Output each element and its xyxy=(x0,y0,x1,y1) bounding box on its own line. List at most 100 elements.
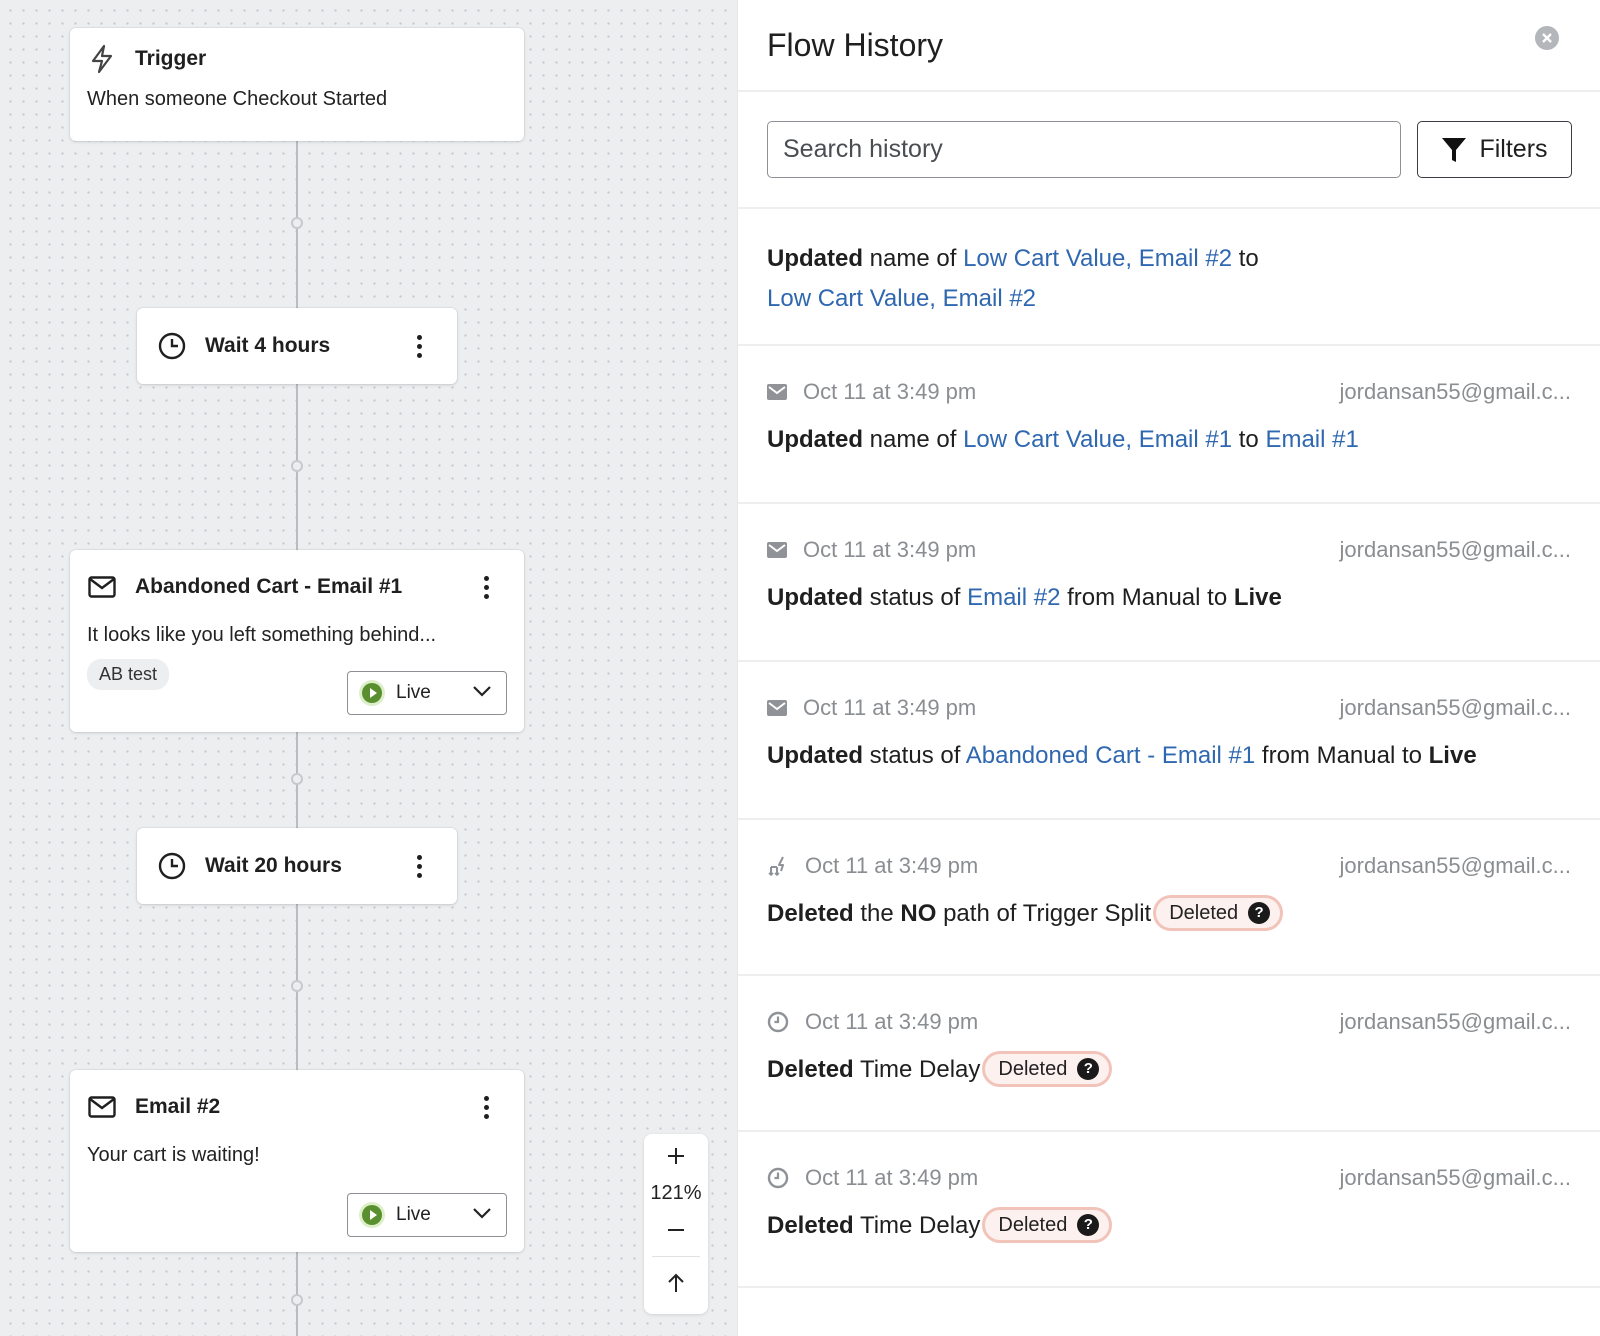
history-link[interactable]: Low Cart Value, Email #1 xyxy=(963,426,1232,453)
search-row: Filters xyxy=(738,92,1600,209)
clock-icon xyxy=(767,1011,789,1033)
history-emphasis: Deleted xyxy=(767,1056,854,1083)
deleted-badge-label: Deleted xyxy=(998,1057,1068,1080)
clock-icon xyxy=(157,851,187,881)
email-preview: Your cart is waiting! xyxy=(87,1144,260,1166)
history-meta-left: Oct 11 at 3:49 pm xyxy=(767,853,978,879)
status-dropdown[interactable]: Live xyxy=(347,671,507,715)
chevron-down-icon xyxy=(472,684,492,702)
history-meta-left: Oct 11 at 3:49 pm xyxy=(767,1165,978,1191)
history-text: status of xyxy=(863,584,968,611)
deleted-badge: Deleted? xyxy=(982,1050,1113,1087)
zoom-in-button[interactable] xyxy=(644,1134,708,1178)
history-emphasis: Updated xyxy=(767,245,863,272)
help-icon[interactable]: ? xyxy=(1077,1213,1100,1236)
status-dropdown[interactable]: Live xyxy=(347,1193,507,1237)
history-emphasis: Deleted xyxy=(767,900,854,927)
scroll-to-top-button[interactable] xyxy=(644,1261,708,1305)
help-icon[interactable]: ? xyxy=(1077,1057,1100,1080)
history-link[interactable]: Email #1 xyxy=(1265,426,1358,453)
history-text: Time Delay xyxy=(853,1212,981,1239)
email-preview: It looks like you left something behind.… xyxy=(87,624,437,646)
divider xyxy=(651,1256,701,1257)
history-meta-left: Oct 11 at 3:49 pm xyxy=(767,379,976,405)
close-icon xyxy=(1542,33,1552,43)
add-step-point[interactable] xyxy=(291,773,303,785)
email-title: Abandoned Cart - Email #1 xyxy=(135,575,403,598)
more-options-icon[interactable] xyxy=(409,331,429,361)
deleted-badge: Deleted? xyxy=(982,1206,1113,1243)
history-link[interactable]: Abandoned Cart - Email #1 xyxy=(966,742,1256,769)
live-status-icon xyxy=(362,1205,382,1225)
history-meta: Oct 11 at 3:49 pm jordansan55@gmail.c... xyxy=(767,820,1571,882)
deleted-badge: Deleted? xyxy=(1153,894,1284,931)
zoom-level: 121% xyxy=(650,1181,702,1204)
history-link[interactable]: Email #2 xyxy=(967,584,1060,611)
add-step-point[interactable] xyxy=(291,980,303,992)
history-description: Deleted Time Delay Deleted? xyxy=(767,1206,1571,1246)
history-link[interactable]: Low Cart Value, Email #2 xyxy=(963,245,1232,272)
history-description: Updated name of Low Cart Value, Email #1… xyxy=(767,420,1571,460)
history-item: Oct 11 at 3:49 pm jordansan55@gmail.c... D… xyxy=(738,1132,1600,1288)
panel-header: Flow History xyxy=(738,0,1600,92)
history-user: jordansan55@gmail.c... xyxy=(1339,379,1571,404)
add-step-point[interactable] xyxy=(291,1294,303,1306)
arrow-up-icon xyxy=(668,1273,684,1292)
close-button[interactable] xyxy=(1535,26,1559,50)
ab-test-tag: AB test xyxy=(87,659,170,690)
live-status-icon xyxy=(362,683,382,703)
filters-button[interactable]: Filters xyxy=(1417,121,1572,178)
trigger-node[interactable]: Trigger When someone Checkout Started xyxy=(70,28,524,141)
add-step-point[interactable] xyxy=(291,460,303,472)
history-item: Oct 11 at 3:49 pm jordansan55@gmail.c... D… xyxy=(738,976,1600,1132)
history-description: Updated status of Abandoned Cart - Email… xyxy=(767,736,1571,776)
history-list: Updated name of Low Cart Value, Email #2… xyxy=(738,209,1600,1288)
history-emphasis: Updated xyxy=(767,426,863,453)
zoom-out-button[interactable] xyxy=(644,1208,708,1252)
history-description: Deleted Time Delay Deleted? xyxy=(767,1050,1571,1090)
clock-icon xyxy=(157,331,187,361)
more-options-icon[interactable] xyxy=(409,851,429,881)
history-meta-left: Oct 11 at 3:49 pm xyxy=(767,537,976,563)
deleted-badge-label: Deleted xyxy=(1169,901,1239,924)
help-icon[interactable]: ? xyxy=(1248,901,1271,924)
history-meta: Oct 11 at 3:49 pm jordansan55@gmail.c... xyxy=(767,346,1571,408)
history-meta: Oct 11 at 3:49 pm jordansan55@gmail.c... xyxy=(767,976,1571,1038)
email-node[interactable]: Abandoned Cart - Email #1 It looks like … xyxy=(70,550,524,732)
plus-icon xyxy=(668,1148,684,1164)
history-emphasis: Updated xyxy=(767,584,863,611)
history-timestamp: Oct 11 at 3:49 pm xyxy=(803,379,977,404)
wait-label: Wait 4 hours xyxy=(205,334,331,357)
trigger-title: Trigger xyxy=(135,47,207,70)
wait-node[interactable]: Wait 20 hours xyxy=(137,828,457,904)
history-item: Updated name of Low Cart Value, Email #2… xyxy=(738,209,1600,346)
mail-icon xyxy=(87,572,117,602)
history-emphasis: Deleted xyxy=(767,1212,854,1239)
mail-icon xyxy=(767,700,787,716)
history-description: Deleted the NO path of Trigger Split Dele… xyxy=(767,894,1571,934)
lightning-icon xyxy=(87,44,117,74)
mail-icon xyxy=(767,384,787,400)
history-link[interactable]: Low Cart Value, Email #2 xyxy=(767,285,1036,312)
mail-icon xyxy=(767,542,787,558)
history-meta: Oct 11 at 3:49 pm jordansan55@gmail.c... xyxy=(767,504,1571,566)
search-input[interactable] xyxy=(767,121,1401,178)
more-options-icon[interactable] xyxy=(476,572,496,602)
history-text: to xyxy=(1232,245,1259,272)
more-options-icon[interactable] xyxy=(476,1092,496,1122)
history-meta-left: Oct 11 at 3:49 pm xyxy=(767,695,976,721)
wait-node[interactable]: Wait 4 hours xyxy=(137,308,457,384)
history-timestamp: Oct 11 at 3:49 pm xyxy=(803,695,977,720)
history-user: jordansan55@gmail.c... xyxy=(1339,695,1571,720)
history-text: from Manual to xyxy=(1060,584,1234,611)
add-step-point[interactable] xyxy=(291,217,303,229)
history-user: jordansan55@gmail.c... xyxy=(1339,1009,1571,1034)
filter-icon xyxy=(1442,137,1467,162)
deleted-badge-label: Deleted xyxy=(998,1213,1068,1236)
email-node[interactable]: Email #2 Your cart is waiting! Live xyxy=(70,1070,524,1252)
flow-canvas[interactable]: Trigger When someone Checkout Started Wa… xyxy=(0,0,737,1336)
history-meta: Oct 11 at 3:49 pm jordansan55@gmail.c... xyxy=(767,1132,1571,1194)
history-timestamp: Oct 11 at 3:49 pm xyxy=(805,1009,979,1034)
flow-history-panel: Flow History Filters Updated name of Low… xyxy=(737,0,1600,1336)
wait-label: Wait 20 hours xyxy=(205,854,342,877)
